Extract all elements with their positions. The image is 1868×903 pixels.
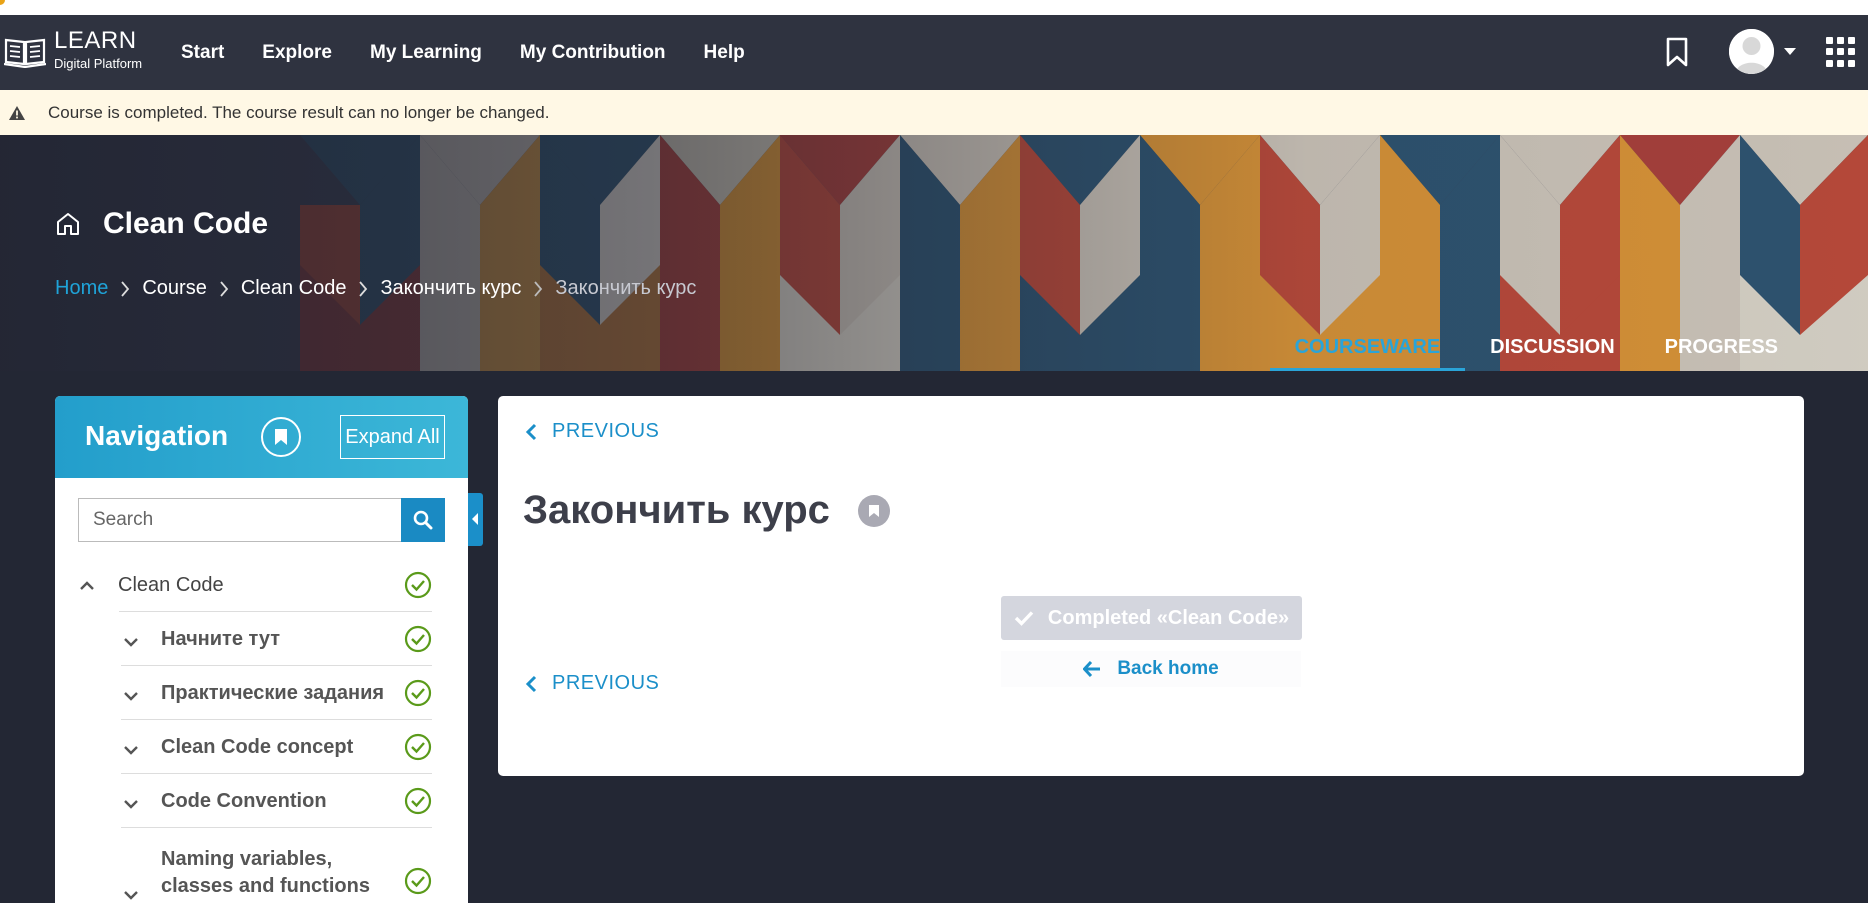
search-icon	[413, 510, 433, 530]
outline-label: Clean Code	[118, 573, 224, 596]
collapse-sidebar-toggle[interactable]	[468, 493, 483, 546]
navigation-sidebar: Navigation Expand All Clean Code Начните…	[55, 396, 468, 903]
course-hero-banner: Clean Code Home Course Clean Code Законч…	[0, 135, 1868, 371]
outline-label: Naming variables, classes and functions	[161, 848, 370, 897]
top-navbar: LEARN Digital Platform Start Explore My …	[0, 15, 1868, 90]
chevron-down-icon[interactable]	[124, 691, 138, 701]
back-home-label: Back home	[1117, 658, 1219, 679]
course-title-row: Clean Code	[55, 207, 268, 241]
menu-my-contribution[interactable]: My Contribution	[520, 42, 666, 64]
unit-title-row: Закончить курс	[523, 488, 890, 533]
course-completed-button: Completed «Clean Code»	[1001, 596, 1302, 640]
chevron-right-icon	[359, 280, 368, 297]
main-menu: Start Explore My Learning My Contributio…	[181, 15, 745, 90]
unit-bookmark-button[interactable]	[857, 494, 890, 527]
menu-my-learning[interactable]: My Learning	[370, 42, 482, 64]
menu-start[interactable]: Start	[181, 42, 224, 64]
brand-logo[interactable]: LEARN Digital Platform	[4, 29, 142, 72]
check-circle-icon	[404, 625, 432, 653]
outline-item-clean-code-concept[interactable]: Clean Code concept	[55, 720, 468, 774]
sidebar-header: Navigation Expand All	[55, 396, 468, 478]
search-button[interactable]	[401, 498, 445, 542]
home-icon[interactable]	[55, 211, 81, 237]
previous-button-top[interactable]: PREVIOUS	[525, 420, 659, 443]
outline-item-naming[interactable]: Naming variables, classes and functions	[55, 828, 468, 903]
chevron-down-icon[interactable]	[124, 745, 138, 755]
book-icon	[4, 38, 46, 68]
tab-discussion[interactable]: DISCUSSION	[1465, 332, 1639, 371]
bookmark-icon[interactable]	[1664, 37, 1690, 67]
chevron-down-icon[interactable]	[124, 637, 138, 647]
course-completed-alert: Course is completed. The course result c…	[0, 90, 1868, 135]
chevron-right-icon	[220, 280, 229, 297]
completed-label: Completed «Clean Code»	[1047, 606, 1290, 629]
previous-label: PREVIOUS	[552, 420, 660, 442]
breadcrumb-section[interactable]: Закончить курс	[380, 277, 521, 300]
breadcrumb-current: Закончить курс	[555, 277, 697, 299]
menu-help[interactable]: Help	[704, 42, 745, 64]
bookmark-icon	[868, 504, 879, 517]
outline-label: Начните тут	[161, 627, 280, 650]
course-title: Clean Code	[103, 207, 269, 240]
browser-indicator	[0, 0, 5, 5]
apps-grid-icon[interactable]	[1826, 37, 1856, 67]
course-outline: Clean Code Начните тут Практические зада…	[55, 558, 468, 903]
breadcrumb: Home Course Clean Code Закончить курс За…	[55, 277, 696, 300]
arrow-left-icon	[1083, 661, 1101, 677]
bookmarks-button[interactable]	[261, 417, 301, 457]
outline-item-start-here[interactable]: Начните тут	[55, 612, 468, 666]
bookmark-icon	[275, 429, 287, 445]
alert-text: Course is completed. The course result c…	[48, 102, 550, 122]
check-circle-icon	[404, 571, 432, 599]
previous-label: PREVIOUS	[552, 672, 660, 694]
search-input[interactable]	[78, 498, 401, 542]
unit-content: PREVIOUS Закончить курс Completed «Clean…	[498, 396, 1804, 776]
breadcrumb-clean-code[interactable]: Clean Code	[241, 277, 347, 300]
browser-top-strip	[0, 0, 1868, 15]
check-circle-icon	[404, 679, 432, 707]
outline-item-practical-tasks[interactable]: Практические задания	[55, 666, 468, 720]
warning-icon	[9, 105, 25, 120]
course-tabs: COURSEWARE DISCUSSION PROGRESS	[1269, 332, 1868, 371]
outline-item-clean-code[interactable]: Clean Code	[55, 558, 468, 612]
back-home-button[interactable]: Back home	[1001, 651, 1301, 687]
breadcrumb-course[interactable]: Course	[142, 277, 206, 300]
previous-button-bottom[interactable]: PREVIOUS	[525, 672, 659, 695]
check-circle-icon	[404, 787, 432, 815]
sidebar-search	[78, 498, 445, 542]
chevron-left-icon	[525, 675, 537, 692]
outline-label: Code Convention	[161, 789, 327, 812]
chevron-down-icon[interactable]	[124, 799, 138, 809]
breadcrumb-home[interactable]: Home	[55, 277, 108, 300]
chevron-right-icon	[121, 280, 130, 297]
checkmark-icon	[1014, 611, 1034, 626]
tab-courseware[interactable]: COURSEWARE	[1269, 332, 1466, 371]
menu-explore[interactable]: Explore	[262, 42, 332, 64]
chevron-right-icon	[534, 280, 543, 297]
expand-all-button[interactable]: Expand All	[340, 415, 445, 459]
outline-label: Clean Code concept	[161, 735, 354, 758]
chevron-down-icon[interactable]	[124, 890, 138, 900]
chevron-up-icon[interactable]	[80, 580, 94, 590]
unit-title: Закончить курс	[523, 488, 830, 532]
outline-item-code-convention[interactable]: Code Convention	[55, 774, 468, 828]
chevron-left-icon	[525, 423, 537, 440]
user-menu-caret-icon[interactable]	[1784, 48, 1796, 55]
brand-name: LEARN	[54, 27, 137, 54]
check-circle-icon	[404, 867, 432, 895]
sidebar-title: Navigation	[85, 420, 229, 451]
outline-label: Практические задания	[161, 681, 385, 704]
user-silhouette-icon	[1729, 29, 1774, 74]
tab-progress[interactable]: PROGRESS	[1640, 332, 1868, 371]
user-avatar[interactable]	[1729, 29, 1774, 74]
check-circle-icon	[404, 733, 432, 761]
brand-subtitle: Digital Platform	[54, 56, 143, 71]
